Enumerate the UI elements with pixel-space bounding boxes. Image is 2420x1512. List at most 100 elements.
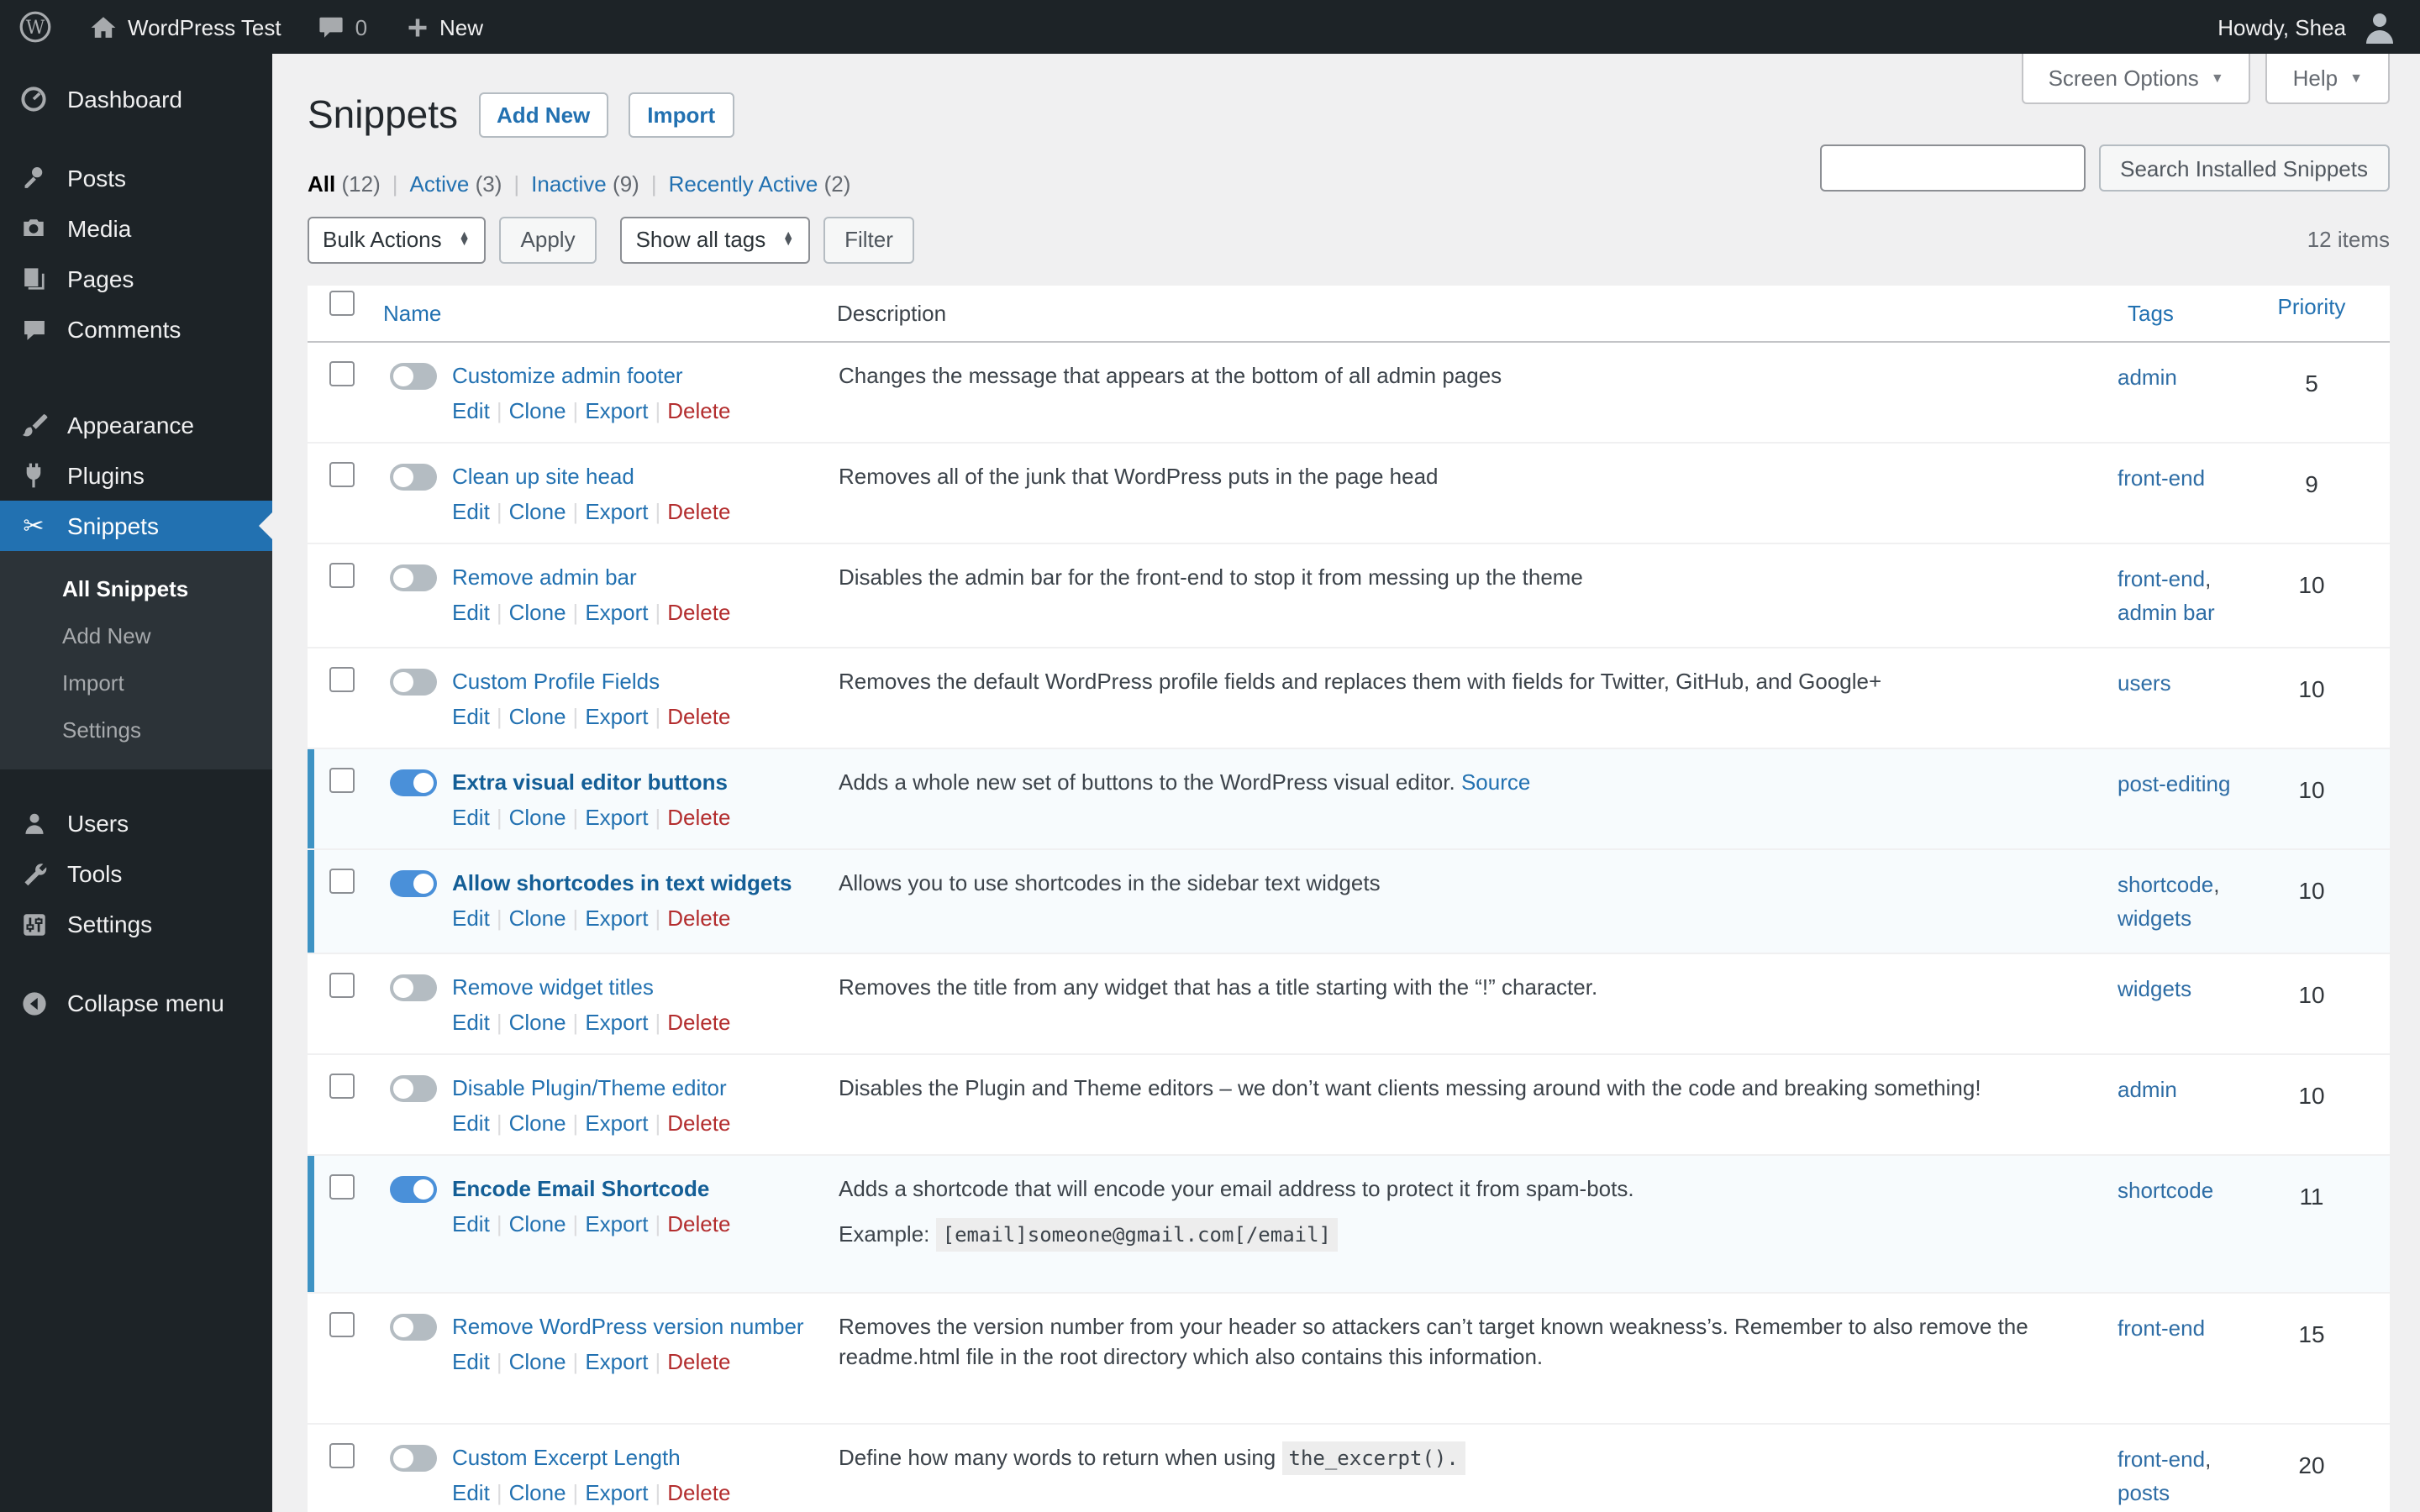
filter-recently-active[interactable]: Recently Active (2)	[669, 171, 851, 197]
row-action-clone[interactable]: Clone	[509, 805, 566, 830]
sidebar-item-snippets[interactable]: ✂ Snippets	[0, 501, 272, 551]
tag-link[interactable]: widgets	[2118, 976, 2191, 1001]
snippet-name-link[interactable]: Clean up site head	[452, 464, 634, 489]
import-button[interactable]: Import	[629, 92, 734, 139]
snippet-toggle[interactable]	[390, 1074, 437, 1102]
row-action-edit[interactable]: Edit	[452, 1110, 490, 1136]
help-tab[interactable]: Help ▼	[2265, 54, 2390, 104]
filter-inactive[interactable]: Inactive (9)	[531, 171, 639, 197]
comments-menu[interactable]: 0	[300, 0, 386, 54]
snippet-name-link[interactable]: Remove widget titles	[452, 974, 654, 1000]
row-action-delete[interactable]: Delete	[667, 805, 730, 830]
row-action-export[interactable]: Export	[585, 1349, 648, 1374]
row-checkbox[interactable]	[329, 767, 355, 793]
account-menu[interactable]: Howdy, Shea	[2217, 0, 2420, 54]
row-action-delete[interactable]: Delete	[667, 1349, 730, 1374]
row-checkbox[interactable]	[329, 972, 355, 998]
row-action-export[interactable]: Export	[585, 600, 648, 625]
row-action-delete[interactable]: Delete	[667, 1211, 730, 1236]
row-checkbox[interactable]	[329, 562, 355, 588]
sort-by-name[interactable]: Name	[383, 301, 441, 326]
row-action-export[interactable]: Export	[585, 1480, 648, 1505]
row-action-clone[interactable]: Clone	[509, 600, 566, 625]
sidebar-item-appearance[interactable]: Appearance	[0, 400, 272, 450]
sidebar-item-pages[interactable]: Pages	[0, 254, 272, 304]
snippet-name-link[interactable]: Custom Excerpt Length	[452, 1445, 681, 1470]
row-action-edit[interactable]: Edit	[452, 600, 490, 625]
sidebar-item-posts[interactable]: Posts	[0, 153, 272, 203]
row-action-edit[interactable]: Edit	[452, 805, 490, 830]
row-action-delete[interactable]: Delete	[667, 499, 730, 524]
row-checkbox[interactable]	[329, 461, 355, 487]
row-action-delete[interactable]: Delete	[667, 1010, 730, 1035]
row-action-delete[interactable]: Delete	[667, 1110, 730, 1136]
description-link[interactable]: Source	[1461, 769, 1530, 795]
tag-link[interactable]: shortcode	[2118, 1178, 2213, 1203]
row-action-export[interactable]: Export	[585, 1211, 648, 1236]
tag-link[interactable]: front-end	[2118, 465, 2205, 491]
sidebar-item-dashboard[interactable]: Dashboard	[0, 74, 272, 124]
tag-link[interactable]: front-end	[2118, 1315, 2205, 1341]
add-new-button[interactable]: Add New	[478, 92, 609, 139]
submenu-import[interactable]: Import	[0, 659, 272, 706]
row-action-clone[interactable]: Clone	[509, 499, 566, 524]
snippet-name-link[interactable]: Allow shortcodes in text widgets	[452, 870, 792, 895]
sidebar-item-comments[interactable]: Comments	[0, 304, 272, 354]
row-checkbox[interactable]	[329, 1442, 355, 1468]
snippet-toggle[interactable]	[390, 974, 437, 1001]
row-checkbox[interactable]	[329, 1311, 355, 1337]
snippet-name-link[interactable]: Remove WordPress version number	[452, 1314, 804, 1339]
row-action-clone[interactable]: Clone	[509, 1349, 566, 1374]
tag-link[interactable]: post-editing	[2118, 771, 2230, 796]
row-action-export[interactable]: Export	[585, 1110, 648, 1136]
row-action-edit[interactable]: Edit	[452, 1480, 490, 1505]
wordpress-logo-menu[interactable]: W	[0, 0, 71, 54]
snippet-toggle[interactable]	[390, 564, 437, 591]
sidebar-item-settings[interactable]: Settings	[0, 899, 272, 949]
tag-link[interactable]: widgets	[2118, 906, 2191, 931]
sidebar-item-media[interactable]: Media	[0, 203, 272, 254]
row-checkbox[interactable]	[329, 1073, 355, 1099]
row-action-clone[interactable]: Clone	[509, 1211, 566, 1236]
snippet-toggle[interactable]	[390, 1444, 437, 1472]
tag-link[interactable]: admin	[2118, 365, 2177, 390]
row-action-export[interactable]: Export	[585, 398, 648, 423]
snippet-name-link[interactable]: Disable Plugin/Theme editor	[452, 1075, 727, 1100]
snippet-name-link[interactable]: Customize admin footer	[452, 363, 683, 388]
row-action-clone[interactable]: Clone	[509, 906, 566, 931]
bulk-actions-select[interactable]: Bulk Actions ▲ ▼	[308, 216, 486, 264]
snippet-toggle[interactable]	[390, 1313, 437, 1341]
row-action-delete[interactable]: Delete	[667, 398, 730, 423]
select-all-checkbox[interactable]	[329, 290, 355, 316]
snippet-toggle[interactable]	[390, 463, 437, 491]
search-snippets-button[interactable]: Search Installed Snippets	[2098, 144, 2390, 192]
row-action-clone[interactable]: Clone	[509, 1010, 566, 1035]
row-action-delete[interactable]: Delete	[667, 906, 730, 931]
tag-link[interactable]: admin bar	[2118, 600, 2215, 625]
row-action-export[interactable]: Export	[585, 906, 648, 931]
submenu-add-new[interactable]: Add New	[0, 612, 272, 659]
row-action-edit[interactable]: Edit	[452, 1349, 490, 1374]
sidebar-item-tools[interactable]: Tools	[0, 848, 272, 899]
snippet-toggle[interactable]	[390, 1175, 437, 1203]
submenu-all-snippets[interactable]: All Snippets	[0, 564, 272, 612]
row-action-delete[interactable]: Delete	[667, 704, 730, 729]
row-action-delete[interactable]: Delete	[667, 1480, 730, 1505]
snippet-toggle[interactable]	[390, 362, 437, 390]
sidebar-item-users[interactable]: Users	[0, 798, 272, 848]
tag-link[interactable]: front-end	[2118, 566, 2205, 591]
tag-link[interactable]: front-end	[2118, 1446, 2205, 1472]
row-action-edit[interactable]: Edit	[452, 906, 490, 931]
row-action-export[interactable]: Export	[585, 805, 648, 830]
tag-link[interactable]: posts	[2118, 1480, 2170, 1505]
snippet-name-link[interactable]: Custom Profile Fields	[452, 669, 660, 694]
sort-by-priority[interactable]: Priority	[2278, 294, 2346, 319]
row-action-edit[interactable]: Edit	[452, 398, 490, 423]
site-name-menu[interactable]: WordPress Test	[71, 0, 300, 54]
row-action-export[interactable]: Export	[585, 704, 648, 729]
screen-options-tab[interactable]: Screen Options ▼	[2021, 54, 2251, 104]
sidebar-collapse-menu[interactable]: Collapse menu	[0, 978, 272, 1028]
filter-active[interactable]: Active (3)	[410, 171, 502, 197]
apply-button[interactable]: Apply	[498, 216, 597, 264]
row-action-clone[interactable]: Clone	[509, 1110, 566, 1136]
